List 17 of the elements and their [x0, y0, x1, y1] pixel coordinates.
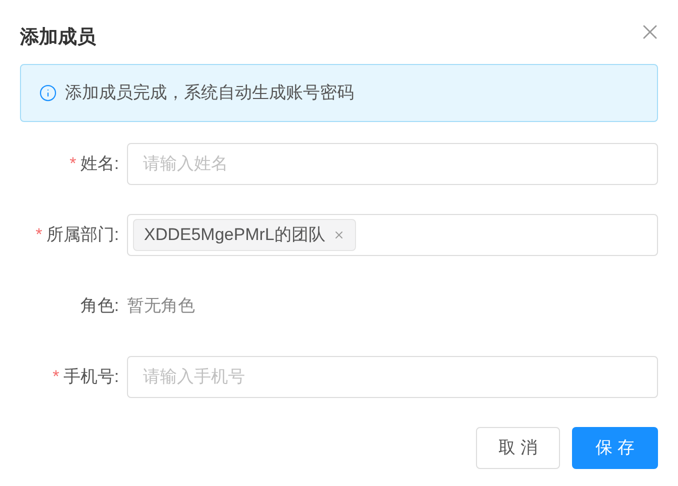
required-mark: *	[70, 153, 76, 176]
department-select[interactable]: XDDE5MgePMrL的团队	[127, 214, 658, 256]
role-value: 暂无角色	[127, 295, 195, 318]
input-field[interactable]: 请输入手机号	[127, 356, 658, 398]
field-label: 所属部门:	[46, 224, 119, 246]
field-label: 角色:	[80, 295, 119, 318]
alert-message: 添加成员完成，系统自动生成账号密码	[65, 82, 354, 104]
required-mark: *	[36, 224, 42, 246]
info-icon	[39, 84, 57, 102]
tag-remove-icon[interactable]	[333, 229, 346, 241]
input-field[interactable]: 请输入姓名	[127, 143, 658, 185]
required-mark: *	[52, 366, 60, 388]
cancel-button[interactable]: 取 消	[476, 427, 560, 469]
field-label: 姓名:	[80, 153, 119, 176]
dialog-title: 添加成员	[20, 26, 96, 50]
field-label: 手机号:	[63, 366, 119, 388]
tag-label: XDDE5MgePMrL的团队	[144, 224, 326, 246]
